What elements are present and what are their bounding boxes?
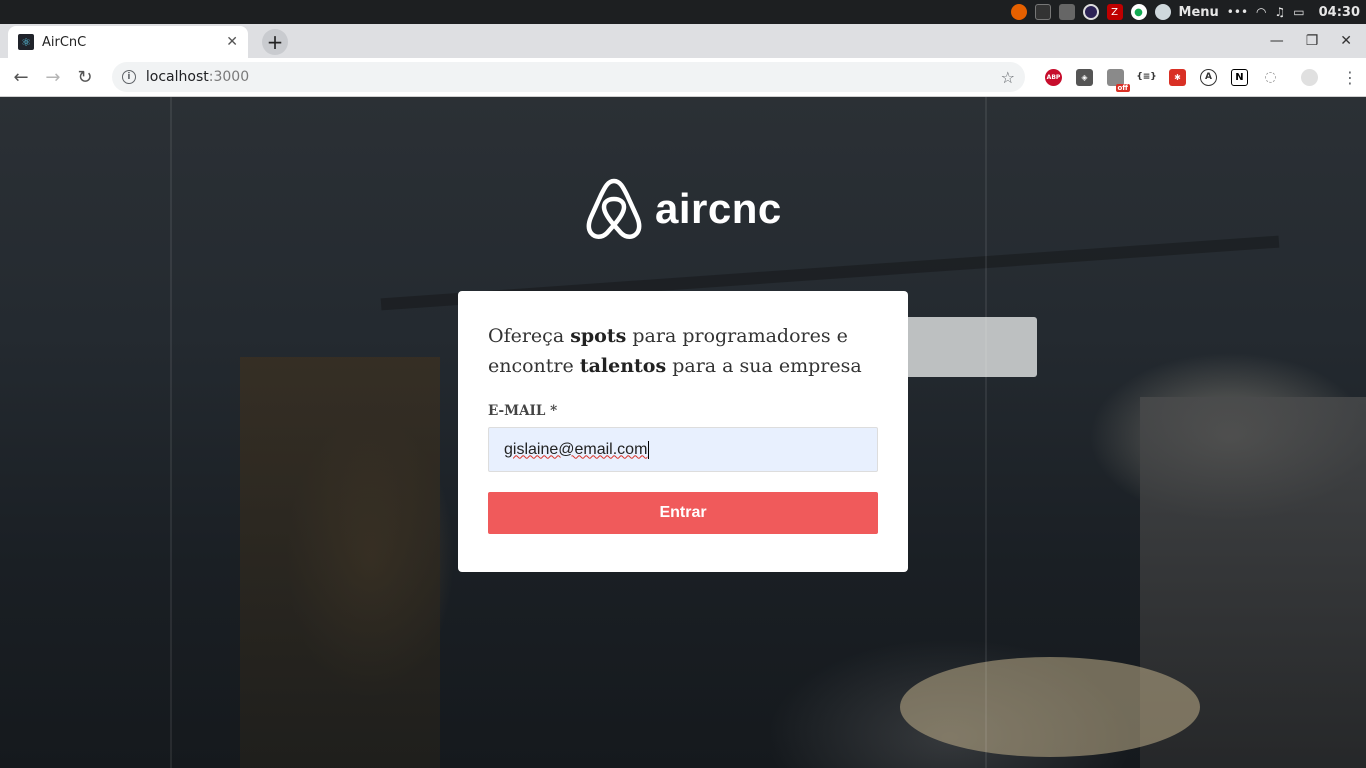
off-badge: off <box>1115 83 1130 92</box>
tab-bar: ⚛ AirCnC ✕ + — ❐ ✕ <box>0 24 1366 58</box>
privacy-shield-icon[interactable]: ◈ <box>1075 68 1093 86</box>
airbnb-belo-icon <box>586 178 642 239</box>
firefox-icon[interactable] <box>1010 4 1027 20</box>
minimize-icon[interactable]: — <box>1270 33 1284 49</box>
notion-icon[interactable]: N <box>1230 68 1248 86</box>
background-ac-unit <box>905 317 1037 377</box>
system-tray: Z ● Menu ••• ◠ ♫ ▭ 04:30 <box>1010 4 1360 20</box>
submit-button[interactable]: Entrar <box>488 492 878 534</box>
react-icon: ⚛ <box>18 34 34 50</box>
browser-menu-icon[interactable]: ⋮ <box>1342 68 1358 87</box>
close-tab-icon[interactable]: ✕ <box>226 34 238 50</box>
window-controls: — ❐ ✕ <box>1270 24 1366 58</box>
intro-text-bold: talentos <box>579 355 667 377</box>
profile-avatar-icon[interactable] <box>1300 68 1318 86</box>
wifi-icon[interactable]: ◠ <box>1256 5 1266 19</box>
email-label: E-MAIL * <box>488 403 558 419</box>
text-caret <box>648 440 650 459</box>
more-icon[interactable]: ••• <box>1227 5 1248 19</box>
filezilla-icon[interactable]: Z <box>1106 4 1123 20</box>
background-hallway <box>240 357 440 768</box>
extensions-bar: ABP ◈ off {≡} ✱ A N ◌ ⋮ <box>1044 68 1358 92</box>
intro-text-part: Ofereça <box>488 325 571 347</box>
user-avatar-icon[interactable] <box>1154 4 1171 20</box>
restore-icon[interactable]: ❐ <box>1306 33 1319 49</box>
music-icon[interactable]: ♫ <box>1275 5 1286 19</box>
settings-extension-icon[interactable]: ◌ <box>1262 69 1279 86</box>
os-top-panel: Z ● Menu ••• ◠ ♫ ▭ 04:30 <box>0 0 1366 24</box>
logo-text: aircnc <box>655 185 782 232</box>
battery-icon[interactable]: ▭ <box>1293 5 1304 19</box>
extension-off-icon[interactable]: off <box>1106 68 1130 92</box>
forward-icon[interactable]: → <box>40 64 66 90</box>
json-viewer-icon[interactable]: {≡} <box>1136 69 1156 86</box>
red-extension-icon[interactable]: ✱ <box>1168 68 1186 86</box>
folder-icon[interactable] <box>1058 4 1075 20</box>
url-host: localhost <box>145 69 209 85</box>
close-window-icon[interactable]: ✕ <box>1340 33 1352 49</box>
site-info-icon[interactable]: i <box>121 70 136 84</box>
mongodb-icon[interactable]: ● <box>1130 4 1147 20</box>
browser-tab[interactable]: ⚛ AirCnC ✕ <box>8 26 248 58</box>
intro-text-bold: spots <box>570 325 627 347</box>
background-meeting-table <box>900 657 1200 757</box>
a-extension-icon[interactable]: A <box>1199 68 1217 86</box>
menu-label[interactable]: Menu <box>1179 5 1219 20</box>
background-glass-frame <box>985 97 987 768</box>
email-value: gislaine@email.com <box>504 440 648 458</box>
address-toolbar: ← → ↻ i localhost:3000 ☆ ABP ◈ off {≡} ✱… <box>0 58 1366 97</box>
login-card: Ofereça spots para programadores e encon… <box>458 291 908 572</box>
adblock-plus-icon[interactable]: ABP <box>1044 68 1062 86</box>
intro-text-part: para a sua empresa <box>666 355 862 377</box>
terminal-icon[interactable] <box>1034 4 1051 20</box>
email-field[interactable]: gislaine@email.com <box>488 427 878 472</box>
background-glass-frame <box>170 97 172 768</box>
page-background: aircnc Ofereça spots para programadores … <box>0 97 1366 768</box>
url-bar[interactable]: i localhost:3000 ☆ <box>111 62 1025 92</box>
back-icon[interactable]: ← <box>8 64 34 90</box>
eclipse-icon[interactable] <box>1082 4 1099 20</box>
new-tab-button[interactable]: + <box>262 29 288 55</box>
bookmark-star-icon[interactable]: ☆ <box>1001 68 1015 87</box>
url-port: :3000 <box>208 69 250 85</box>
aircnc-logo: aircnc <box>585 177 782 241</box>
tab-title: AirCnC <box>42 34 87 50</box>
reload-icon[interactable]: ↻ <box>72 64 98 90</box>
intro-text: Ofereça spots para programadores e encon… <box>488 321 878 381</box>
clock[interactable]: 04:30 <box>1319 5 1360 20</box>
